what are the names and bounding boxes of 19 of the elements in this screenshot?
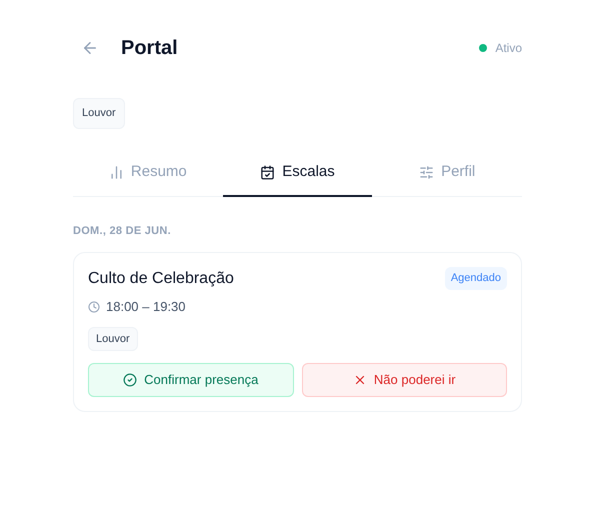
- status-label: Ativo: [495, 40, 522, 57]
- event-title: Culto de Celebração: [88, 269, 234, 289]
- tab[interactable]: Resumo: [73, 150, 223, 196]
- event-time: 18:00 – 19:30: [106, 298, 186, 316]
- clock-icon: [88, 300, 100, 313]
- ministry-tag: Louvor: [73, 98, 125, 128]
- tab[interactable]: Perfil: [372, 150, 522, 196]
- decline-button[interactable]: Não poderei ir: [302, 363, 507, 397]
- tab[interactable]: Escalas: [222, 150, 372, 196]
- sliders-icon: [419, 165, 434, 180]
- date-heading: DOM., 28 DE JUN.: [73, 224, 172, 238]
- chart-icon: [108, 165, 124, 180]
- event-tag: Louvor: [88, 326, 138, 351]
- page-title: Portal: [121, 36, 178, 61]
- confirm-button[interactable]: Confirmar presença: [88, 363, 294, 397]
- check-circle-icon: [123, 373, 138, 387]
- calendar-icon: [260, 165, 276, 180]
- back-button[interactable]: [81, 39, 99, 57]
- status-badge: Agendado: [444, 267, 507, 290]
